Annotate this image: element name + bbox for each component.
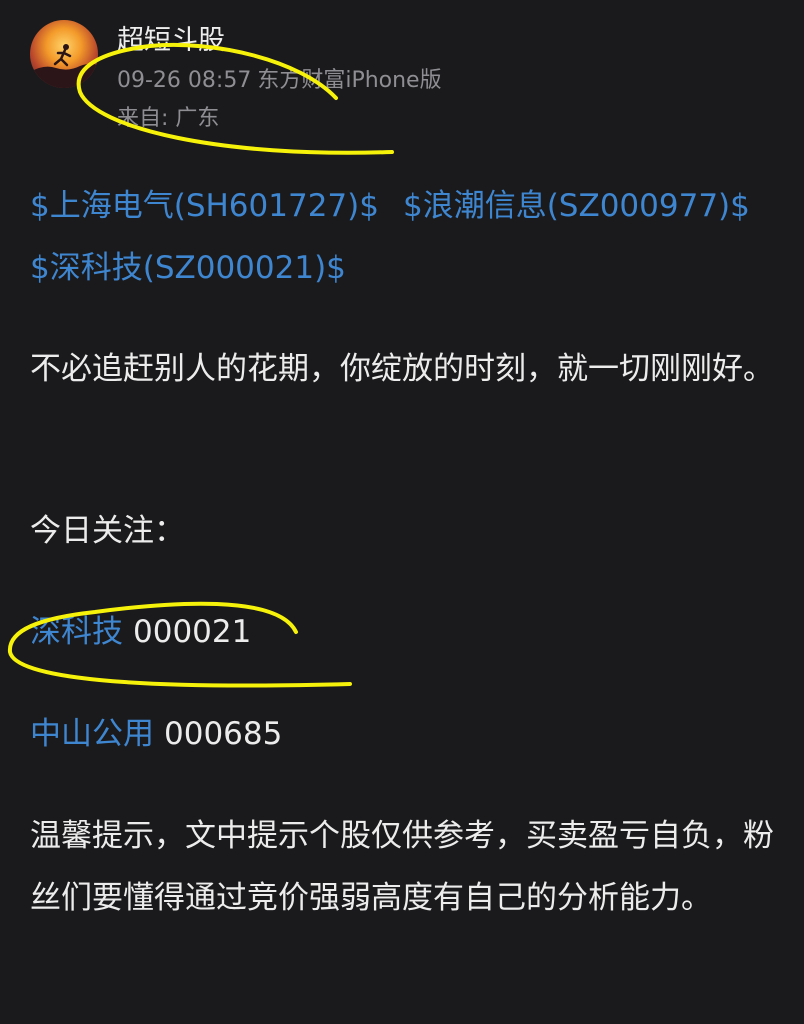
stock-tags: $上海电气(SH601727)$ $浪潮信息(SZ000977)$ $深科技(SZ0…	[30, 175, 775, 299]
stock-name-link[interactable]: 中山公用	[30, 716, 154, 752]
stock-tag-link[interactable]: $深科技(SZ000021)$	[30, 250, 346, 286]
avatar[interactable]	[30, 20, 98, 88]
post-origin: 来自: 广东	[117, 106, 220, 131]
post-date: 09-26 08:57	[117, 68, 252, 93]
post-meta: 09-26 08:57 东方财富iPhone版	[117, 66, 442, 96]
post-disclaimer: 温馨提示，文中提示个股仅供参考，买卖盈亏自负，粉丝们要懂得通过竞价强弱高度有自己…	[30, 818, 774, 916]
stock-tag-link[interactable]: $上海电气(SH601727)$	[30, 188, 379, 224]
stock-code: 000021	[133, 614, 252, 650]
stock-code: 000685	[164, 716, 283, 752]
post-quote: 不必追赶别人的花期，你绽放的时刻，就一切刚刚好。	[30, 351, 774, 387]
focus-stock-row: 中山公用 000685	[30, 703, 775, 765]
runner-silhouette-icon	[30, 44, 98, 88]
post-header: 超短斗股 09-26 08:57 东方财富iPhone版 来自: 广东	[30, 20, 770, 140]
focus-stock-row: 深科技 000021	[30, 601, 775, 663]
author-name[interactable]: 超短斗股	[117, 24, 225, 58]
focus-heading: 今日关注：	[30, 513, 185, 549]
post-client: 东方财富iPhone版	[257, 68, 442, 93]
stock-name-link[interactable]: 深科技	[30, 614, 123, 650]
stock-tag-link[interactable]: $浪潮信息(SZ000977)$	[403, 188, 750, 224]
